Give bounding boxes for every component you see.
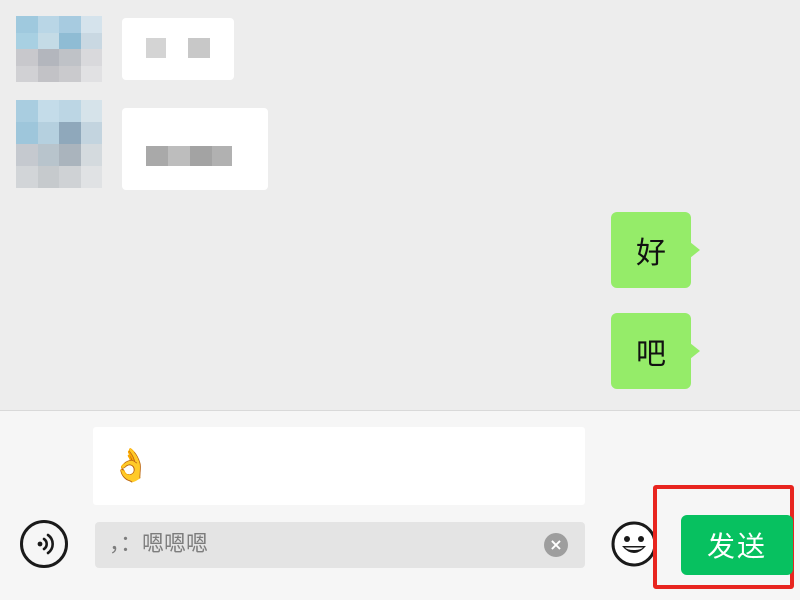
voice-input-button[interactable] [20, 520, 68, 568]
blurred-message-content [188, 38, 210, 58]
emoji-preview-area: 👌 [93, 427, 585, 505]
chat-area: 好 吧 [0, 0, 800, 410]
voice-icon [37, 533, 54, 555]
incoming-message-bubble[interactable] [122, 18, 234, 80]
blurred-message-content [190, 146, 212, 166]
blurred-message-content [146, 38, 166, 58]
outgoing-message-bubble[interactable]: 吧 [611, 313, 700, 389]
message-input[interactable]: ，：嗯嗯嗯 [95, 522, 585, 568]
send-button-label: 发送 [706, 530, 767, 563]
contact-avatar[interactable] [16, 16, 102, 82]
outgoing-message-text: 吧 [636, 337, 666, 372]
outgoing-message-bubble[interactable]: 好 [611, 212, 700, 288]
blurred-message-content [168, 146, 190, 166]
blurred-message-content [146, 146, 168, 166]
ok-hand-emoji: 👌 [111, 446, 151, 484]
blurred-message-content [212, 146, 232, 166]
close-icon: × [549, 535, 563, 554]
send-button[interactable]: 发送 [681, 515, 793, 575]
incoming-message-bubble[interactable] [122, 108, 268, 190]
outgoing-message-text: 好 [636, 236, 666, 271]
clear-input-button[interactable]: × [544, 533, 568, 557]
smiley-icon [611, 521, 657, 567]
message-input-text: ，：嗯嗯嗯 [109, 532, 209, 557]
contact-avatar[interactable] [16, 100, 102, 188]
emoji-button[interactable] [610, 520, 658, 568]
